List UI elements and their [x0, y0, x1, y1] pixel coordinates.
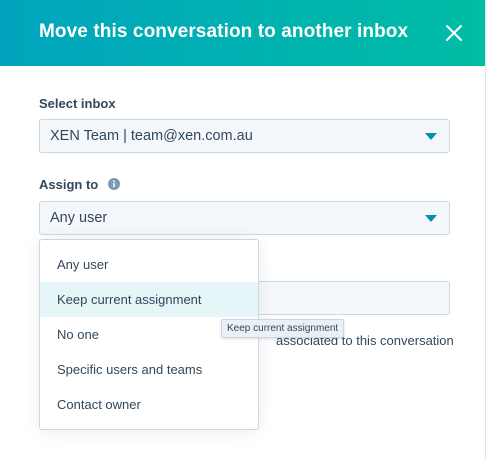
- option-any-user[interactable]: Any user: [40, 247, 258, 282]
- select-inbox-value: XEN Team | team@xen.com.au: [50, 128, 253, 144]
- chevron-down-icon: [425, 133, 437, 140]
- close-button[interactable]: [443, 22, 465, 44]
- assign-to-label: Assign to: [39, 177, 99, 192]
- assign-to-value: Any user: [50, 210, 108, 226]
- close-icon: [446, 25, 462, 41]
- option-contact-owner[interactable]: Contact owner: [40, 387, 258, 422]
- move-conversation-dialog: Move this conversation to another inbox …: [0, 0, 486, 459]
- assign-to-label-row: Assign to: [39, 177, 120, 192]
- dialog-header: Move this conversation to another inbox: [0, 0, 485, 66]
- chevron-down-icon: [425, 215, 437, 222]
- info-icon[interactable]: [107, 178, 120, 190]
- option-specific-users-and-teams[interactable]: Specific users and teams: [40, 352, 258, 387]
- select-inbox-dropdown[interactable]: XEN Team | team@xen.com.au: [39, 119, 450, 153]
- dialog-title: Move this conversation to another inbox: [39, 21, 409, 42]
- option-keep-current-assignment[interactable]: Keep current assignment: [40, 282, 258, 317]
- assign-to-dropdown[interactable]: Any user: [39, 201, 450, 235]
- select-inbox-label: Select inbox: [39, 96, 116, 111]
- tooltip: Keep current assignment: [221, 319, 345, 338]
